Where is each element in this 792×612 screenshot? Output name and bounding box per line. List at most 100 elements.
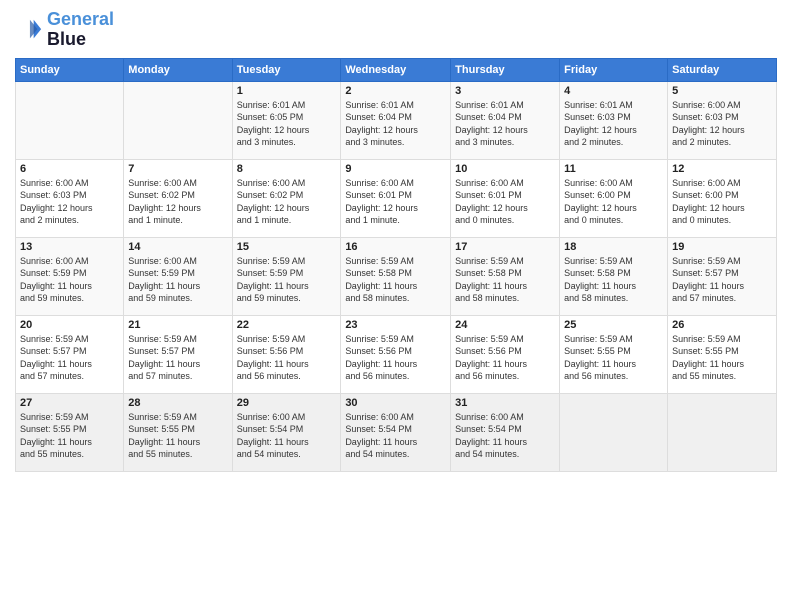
calendar-cell: 24 Sunrise: 5:59 AM Sunset: 5:56 PM Dayli… [451,315,560,393]
weekday-header-row: SundayMondayTuesdayWednesdayThursdayFrid… [16,58,777,81]
day-info: Sunrise: 5:59 AM Sunset: 5:57 PM Dayligh… [128,333,227,383]
day-info: Sunrise: 6:00 AM Sunset: 6:00 PM Dayligh… [672,177,772,227]
day-info: Sunrise: 6:00 AM Sunset: 6:02 PM Dayligh… [237,177,337,227]
day-number: 31 [455,397,555,409]
calendar-cell: 5 Sunrise: 6:00 AM Sunset: 6:03 PM Daylig… [668,81,777,159]
day-info: Sunrise: 6:00 AM Sunset: 6:01 PM Dayligh… [455,177,555,227]
calendar-cell [16,81,124,159]
calendar-cell: 10Sunrise: 6:00 AM Sunset: 6:01 PM Dayli… [451,159,560,237]
logo-text: General Blue [47,10,114,50]
weekday-header-tuesday: Tuesday [232,58,341,81]
day-info: Sunrise: 6:01 AM Sunset: 6:04 PM Dayligh… [455,99,555,149]
day-number: 22 [237,319,337,331]
calendar-cell: 20 Sunrise: 5:59 AM Sunset: 5:57 PM Dayli… [16,315,124,393]
calendar-cell [124,81,232,159]
day-number: 12 [672,163,772,175]
calendar-cell: 8 Sunrise: 6:00 AM Sunset: 6:02 PM Daylig… [232,159,341,237]
week-row-4: 20 Sunrise: 5:59 AM Sunset: 5:57 PM Dayli… [16,315,777,393]
weekday-header-friday: Friday [560,58,668,81]
calendar-cell: 19 Sunrise: 5:59 AM Sunset: 5:57 PM Dayli… [668,237,777,315]
calendar-cell: 21 Sunrise: 5:59 AM Sunset: 5:57 PM Dayli… [124,315,232,393]
day-info: Sunrise: 5:59 AM Sunset: 5:55 PM Dayligh… [20,411,119,461]
calendar-cell: 30 Sunrise: 6:00 AM Sunset: 5:54 PM Dayli… [341,393,451,471]
day-number: 11 [564,163,663,175]
day-info: Sunrise: 5:59 AM Sunset: 5:56 PM Dayligh… [345,333,446,383]
day-number: 28 [128,397,227,409]
week-row-2: 6 Sunrise: 6:00 AM Sunset: 6:03 PM Daylig… [16,159,777,237]
day-info: Sunrise: 5:59 AM Sunset: 5:55 PM Dayligh… [128,411,227,461]
day-number: 27 [20,397,119,409]
day-number: 19 [672,241,772,253]
day-info: Sunrise: 5:59 AM Sunset: 5:58 PM Dayligh… [564,255,663,305]
day-number: 23 [345,319,446,331]
calendar-cell [668,393,777,471]
calendar-cell: 31 Sunrise: 6:00 AM Sunset: 5:54 PM Dayli… [451,393,560,471]
calendar-cell: 17 Sunrise: 5:59 AM Sunset: 5:58 PM Dayli… [451,237,560,315]
day-number: 30 [345,397,446,409]
day-info: Sunrise: 5:59 AM Sunset: 5:55 PM Dayligh… [672,333,772,383]
logo-icon [15,16,43,44]
day-number: 9 [345,163,446,175]
day-number: 25 [564,319,663,331]
day-info: Sunrise: 6:00 AM Sunset: 6:00 PM Dayligh… [564,177,663,227]
calendar-cell: 29Sunrise: 6:00 AM Sunset: 5:54 PM Dayli… [232,393,341,471]
calendar-cell [560,393,668,471]
day-info: Sunrise: 6:00 AM Sunset: 6:03 PM Dayligh… [672,99,772,149]
calendar-cell: 4 Sunrise: 6:01 AM Sunset: 6:03 PM Daylig… [560,81,668,159]
day-info: Sunrise: 6:00 AM Sunset: 6:01 PM Dayligh… [345,177,446,227]
day-info: Sunrise: 6:01 AM Sunset: 6:04 PM Dayligh… [345,99,446,149]
calendar-cell: 11 Sunrise: 6:00 AM Sunset: 6:00 PM Dayli… [560,159,668,237]
day-number: 7 [128,163,227,175]
calendar-cell: 2 Sunrise: 6:01 AM Sunset: 6:04 PM Daylig… [341,81,451,159]
calendar-cell: 13 Sunrise: 6:00 AM Sunset: 5:59 PM Dayli… [16,237,124,315]
day-info: Sunrise: 5:59 AM Sunset: 5:56 PM Dayligh… [455,333,555,383]
day-info: Sunrise: 6:01 AM Sunset: 6:03 PM Dayligh… [564,99,663,149]
day-number: 24 [455,319,555,331]
weekday-header-sunday: Sunday [16,58,124,81]
day-info: Sunrise: 5:59 AM Sunset: 5:59 PM Dayligh… [237,255,337,305]
calendar-cell: 14Sunrise: 6:00 AM Sunset: 5:59 PM Dayli… [124,237,232,315]
day-number: 26 [672,319,772,331]
day-info: Sunrise: 5:59 AM Sunset: 5:58 PM Dayligh… [455,255,555,305]
day-info: Sunrise: 5:59 AM Sunset: 5:57 PM Dayligh… [20,333,119,383]
weekday-header-saturday: Saturday [668,58,777,81]
day-info: Sunrise: 6:00 AM Sunset: 6:02 PM Dayligh… [128,177,227,227]
day-number: 15 [237,241,337,253]
day-info: Sunrise: 6:00 AM Sunset: 5:54 PM Dayligh… [237,411,337,461]
day-number: 3 [455,85,555,97]
day-info: Sunrise: 6:01 AM Sunset: 6:05 PM Dayligh… [237,99,337,149]
day-info: Sunrise: 6:00 AM Sunset: 5:59 PM Dayligh… [128,255,227,305]
day-number: 20 [20,319,119,331]
day-info: Sunrise: 5:59 AM Sunset: 5:58 PM Dayligh… [345,255,446,305]
calendar-cell: 22 Sunrise: 5:59 AM Sunset: 5:56 PM Dayli… [232,315,341,393]
logo: General Blue [15,10,114,50]
calendar-table: SundayMondayTuesdayWednesdayThursdayFrid… [15,58,777,472]
calendar-cell: 26 Sunrise: 5:59 AM Sunset: 5:55 PM Dayli… [668,315,777,393]
week-row-1: 1Sunrise: 6:01 AM Sunset: 6:05 PM Daylig… [16,81,777,159]
day-number: 5 [672,85,772,97]
week-row-5: 27 Sunrise: 5:59 AM Sunset: 5:55 PM Dayli… [16,393,777,471]
day-number: 17 [455,241,555,253]
day-number: 8 [237,163,337,175]
calendar-cell: 28 Sunrise: 5:59 AM Sunset: 5:55 PM Dayli… [124,393,232,471]
day-info: Sunrise: 6:00 AM Sunset: 6:03 PM Dayligh… [20,177,119,227]
calendar-cell: 7 Sunrise: 6:00 AM Sunset: 6:02 PM Daylig… [124,159,232,237]
day-number: 13 [20,241,119,253]
weekday-header-thursday: Thursday [451,58,560,81]
day-info: Sunrise: 5:59 AM Sunset: 5:57 PM Dayligh… [672,255,772,305]
day-number: 21 [128,319,227,331]
day-info: Sunrise: 5:59 AM Sunset: 5:56 PM Dayligh… [237,333,337,383]
calendar-cell: 23 Sunrise: 5:59 AM Sunset: 5:56 PM Dayli… [341,315,451,393]
day-info: Sunrise: 6:00 AM Sunset: 5:54 PM Dayligh… [345,411,446,461]
day-number: 6 [20,163,119,175]
weekday-header-monday: Monday [124,58,232,81]
day-info: Sunrise: 6:00 AM Sunset: 5:54 PM Dayligh… [455,411,555,461]
header: General Blue [15,10,777,50]
calendar-cell: 27 Sunrise: 5:59 AM Sunset: 5:55 PM Dayli… [16,393,124,471]
day-number: 4 [564,85,663,97]
calendar-cell: 18Sunrise: 5:59 AM Sunset: 5:58 PM Dayli… [560,237,668,315]
calendar-cell: 16Sunrise: 5:59 AM Sunset: 5:58 PM Dayli… [341,237,451,315]
day-info: Sunrise: 6:00 AM Sunset: 5:59 PM Dayligh… [20,255,119,305]
day-number: 2 [345,85,446,97]
main-container: General Blue SundayMondayTuesdayWednesda… [0,0,792,477]
